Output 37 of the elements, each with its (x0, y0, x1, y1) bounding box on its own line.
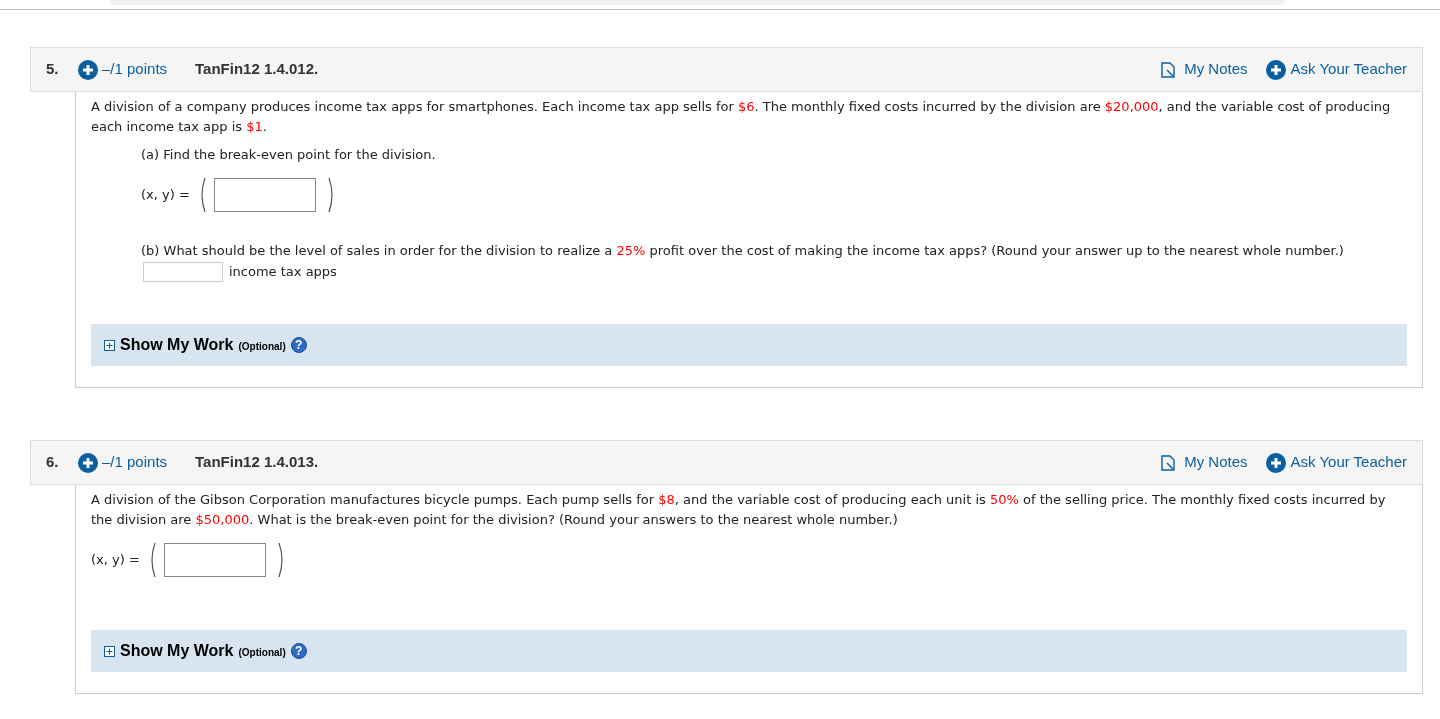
question-text: A division of a company produces income tax apps for smartphones. Each income tax app sells for $6. The monthly fixed costs incurred by the division are $20,000, and the variable cost of producing each income tax app is $1. (91, 98, 1392, 136)
question-text: (a) Find the break-even point for the division. (141, 146, 437, 164)
points-link[interactable]: –/1 points (102, 58, 168, 81)
plus-icon[interactable] (78, 452, 98, 473)
note-icon[interactable] (1161, 454, 1176, 471)
plus-icon[interactable] (1265, 452, 1286, 473)
ask-teacher-link[interactable]: Ask Your Teacher (1290, 451, 1407, 474)
question-text: (b) What should be the level of sales in order for the division to realize a 25% profit over the cost of making the income tax apps? (Round your answer up to the nearest whole number.) (141, 242, 1345, 260)
answer-box[interactable] (213, 178, 316, 212)
question-number: 5. (46, 59, 60, 80)
help-icon[interactable]: ? (290, 337, 307, 353)
close-paren-icon (277, 542, 286, 578)
expand-icon[interactable] (104, 339, 115, 351)
help-icon[interactable]: ? (290, 643, 307, 659)
show-work-bar[interactable]: Show My Work (Optional) ? (91, 630, 1407, 672)
optional-label: (Optional) (238, 340, 286, 354)
coordinate-label: (x, y) = (91, 551, 140, 570)
optional-label: (Optional) (238, 646, 286, 660)
my-notes-link[interactable]: My Notes (1184, 58, 1248, 81)
coordinate-label: (x, y) = (141, 186, 190, 205)
note-icon[interactable] (1161, 61, 1176, 78)
question-code: TanFin12 1.4.012. (195, 59, 319, 80)
show-work-bar[interactable]: Show My Work (Optional) ? (91, 324, 1407, 366)
ask-teacher-link[interactable]: Ask Your Teacher (1290, 58, 1407, 81)
expand-icon[interactable] (104, 645, 115, 657)
close-paren-icon (327, 177, 336, 213)
question-text: A division of the Gibson Corporation manufactures bicycle pumps. Each pump sells for $8, and the variable cost of producing each unit is 50% of the selling price. The monthly fixed costs incurred by the division are $50,000. What is the break-even point for the division? (Round your answers to the nearest whole number.) (91, 491, 1387, 529)
plus-icon[interactable] (1265, 59, 1286, 80)
question-code: TanFin12 1.4.013. (195, 452, 319, 473)
question-number: 6. (46, 452, 60, 473)
show-work-title: Show My Work (120, 335, 234, 355)
points-link[interactable]: –/1 points (102, 451, 168, 474)
plus-icon[interactable] (78, 59, 98, 80)
unit-label: income tax apps (229, 263, 337, 282)
my-notes-link[interactable]: My Notes (1184, 451, 1248, 474)
answer-box[interactable] (163, 543, 266, 577)
show-work-title: Show My Work (120, 641, 234, 661)
